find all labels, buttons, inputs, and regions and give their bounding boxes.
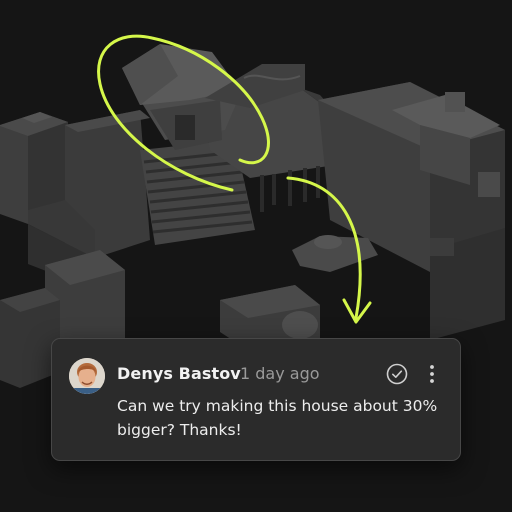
- comment-author: Denys Bastov: [117, 364, 241, 383]
- user-avatar-icon: [69, 358, 105, 394]
- more-options-button[interactable]: [424, 362, 440, 386]
- more-vertical-icon: [430, 365, 434, 383]
- comment-timestamp: 1 day ago: [240, 364, 320, 383]
- resolve-button[interactable]: [385, 362, 409, 386]
- check-circle-icon: [386, 363, 408, 385]
- comment-body: Can we try making this house about 30% b…: [117, 397, 438, 439]
- avatar[interactable]: [69, 358, 105, 394]
- comment-card: Denys Bastov 1 day ago Can we try making…: [51, 338, 461, 461]
